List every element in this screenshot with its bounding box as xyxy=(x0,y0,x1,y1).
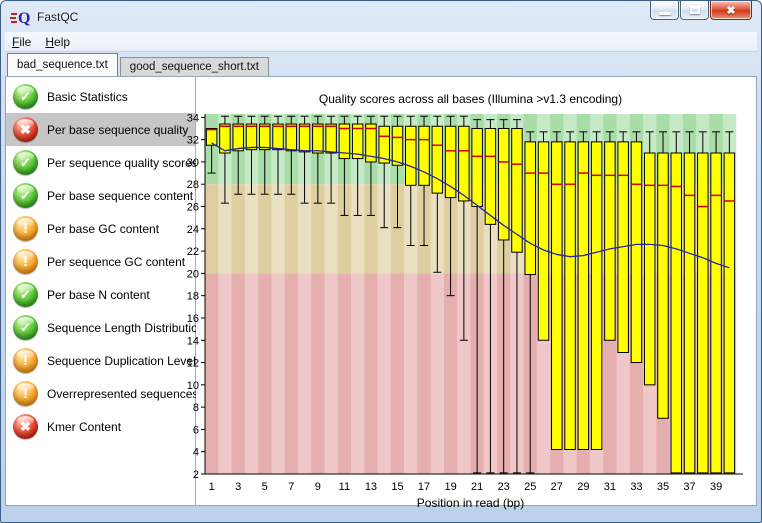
menu-bar: File Help xyxy=(5,32,757,52)
svg-text:18: 18 xyxy=(187,291,199,303)
svg-text:4: 4 xyxy=(193,447,199,459)
pass-icon: ✓ xyxy=(13,150,38,175)
sidebar-item-per-sequence-gc-content[interactable]: ! Per sequence GC content xyxy=(6,245,195,278)
pass-icon: ✓ xyxy=(13,315,38,340)
svg-text:19: 19 xyxy=(444,481,456,493)
svg-text:9: 9 xyxy=(315,481,321,493)
svg-text:14: 14 xyxy=(187,335,199,347)
sidebar-item-per-base-n-content[interactable]: ✓ Per base N content xyxy=(6,278,195,311)
svg-text:28: 28 xyxy=(187,179,199,191)
svg-text:2: 2 xyxy=(193,469,199,481)
sidebar-item-basic-statistics[interactable]: ✓ Basic Statistics xyxy=(6,80,195,113)
svg-text:13: 13 xyxy=(365,481,377,493)
svg-text:11: 11 xyxy=(339,481,350,493)
minimize-icon xyxy=(658,11,671,15)
sidebar-item-per-base-sequence-quality[interactable]: ✖ Per base sequence quality xyxy=(6,113,195,146)
svg-text:32: 32 xyxy=(187,135,199,147)
sidebar-item-per-sequence-quality-scores[interactable]: ✓ Per sequence quality scores xyxy=(6,146,198,179)
svg-text:21: 21 xyxy=(471,481,483,493)
svg-text:15: 15 xyxy=(391,481,403,493)
sidebar-item-per-base-sequence-content[interactable]: ✓ Per base sequence content xyxy=(6,179,195,212)
sidebar-item-sequence-duplication-levels[interactable]: ! Sequence Duplication Levels xyxy=(6,344,202,377)
sidebar-item-overrepresented-sequences[interactable]: ! Overrepresented sequences xyxy=(6,377,198,410)
window-controls: ✖ xyxy=(650,1,752,20)
svg-text:34: 34 xyxy=(187,112,199,124)
title-bar: Q FastQC ✖ xyxy=(1,1,761,32)
svg-text:Position in read (bp): Position in read (bp) xyxy=(417,496,524,510)
warn-icon: ! xyxy=(13,381,38,406)
warn-icon: ! xyxy=(13,249,38,274)
minimize-button[interactable] xyxy=(650,1,679,20)
fail-icon: ✖ xyxy=(13,117,38,142)
warn-icon: ! xyxy=(13,348,38,373)
svg-text:Q: Q xyxy=(18,10,30,26)
svg-text:26: 26 xyxy=(187,202,199,214)
svg-text:31: 31 xyxy=(604,481,616,493)
svg-text:29: 29 xyxy=(577,481,589,493)
svg-text:5: 5 xyxy=(262,481,268,493)
fastqc-logo-icon: Q xyxy=(10,8,32,27)
maximize-button[interactable] xyxy=(680,1,709,20)
tab-good-sequence-short-txt[interactable]: good_sequence_short.txt xyxy=(119,57,269,76)
file-tab-bar: bad_sequence.txt good_sequence_short.txt xyxy=(5,52,757,76)
module-sidebar: ✓ Basic Statistics ✖ Per base sequence q… xyxy=(6,77,204,505)
svg-text:1: 1 xyxy=(209,481,215,493)
menu-file[interactable]: File xyxy=(12,35,31,49)
close-icon: ✖ xyxy=(726,4,736,17)
pass-icon: ✓ xyxy=(13,183,38,208)
close-button[interactable]: ✖ xyxy=(710,1,752,20)
tab-bad-sequence-txt[interactable]: bad_sequence.txt xyxy=(7,53,118,76)
svg-text:23: 23 xyxy=(498,481,510,493)
maximize-icon xyxy=(689,6,700,14)
svg-text:22: 22 xyxy=(187,246,199,258)
svg-text:Quality scores across all base: Quality scores across all bases (Illumin… xyxy=(319,92,622,106)
svg-text:37: 37 xyxy=(683,481,695,493)
quality-boxplot-chart: 2468101214161820222426283032341 3 5 7 9 11 13 1… xyxy=(187,92,743,510)
svg-text:10: 10 xyxy=(187,380,199,392)
svg-text:30: 30 xyxy=(187,157,199,169)
svg-text:24: 24 xyxy=(187,224,199,236)
fail-icon: ✖ xyxy=(13,414,38,439)
report-content: ✓ Basic Statistics ✖ Per base sequence q… xyxy=(5,76,757,510)
pass-icon: ✓ xyxy=(13,84,38,109)
svg-text:3: 3 xyxy=(235,481,241,493)
menu-help[interactable]: Help xyxy=(45,35,70,49)
svg-text:7: 7 xyxy=(288,481,294,493)
warn-icon: ! xyxy=(13,216,38,241)
svg-text:33: 33 xyxy=(630,481,642,493)
svg-text:17: 17 xyxy=(418,481,430,493)
svg-text:16: 16 xyxy=(187,313,199,325)
svg-text:8: 8 xyxy=(193,402,199,414)
svg-text:35: 35 xyxy=(657,481,669,493)
svg-text:39: 39 xyxy=(710,481,722,493)
sidebar-item-per-base-gc-content[interactable]: ! Per base GC content xyxy=(6,212,195,245)
svg-text:25: 25 xyxy=(524,481,536,493)
svg-text:12: 12 xyxy=(187,358,199,370)
sidebar-item-sequence-length-distribution[interactable]: ✓ Sequence Length Distribution xyxy=(6,311,204,344)
svg-text:20: 20 xyxy=(187,268,199,280)
svg-text:6: 6 xyxy=(193,424,199,436)
svg-text:27: 27 xyxy=(551,481,563,493)
sidebar-item-kmer-content[interactable]: ✖ Kmer Content xyxy=(6,410,195,443)
pass-icon: ✓ xyxy=(13,282,38,307)
fastqc-window: Q FastQC ✖ File Help bad_sequence.txt goo… xyxy=(0,0,762,523)
window-title: FastQC xyxy=(37,9,79,24)
chart-panel: 2 4 6 8 10 12 14 16 18 20 22 24 26 28 30 32 34 1 3 5 7 9 11 13 1… xyxy=(187,77,756,510)
